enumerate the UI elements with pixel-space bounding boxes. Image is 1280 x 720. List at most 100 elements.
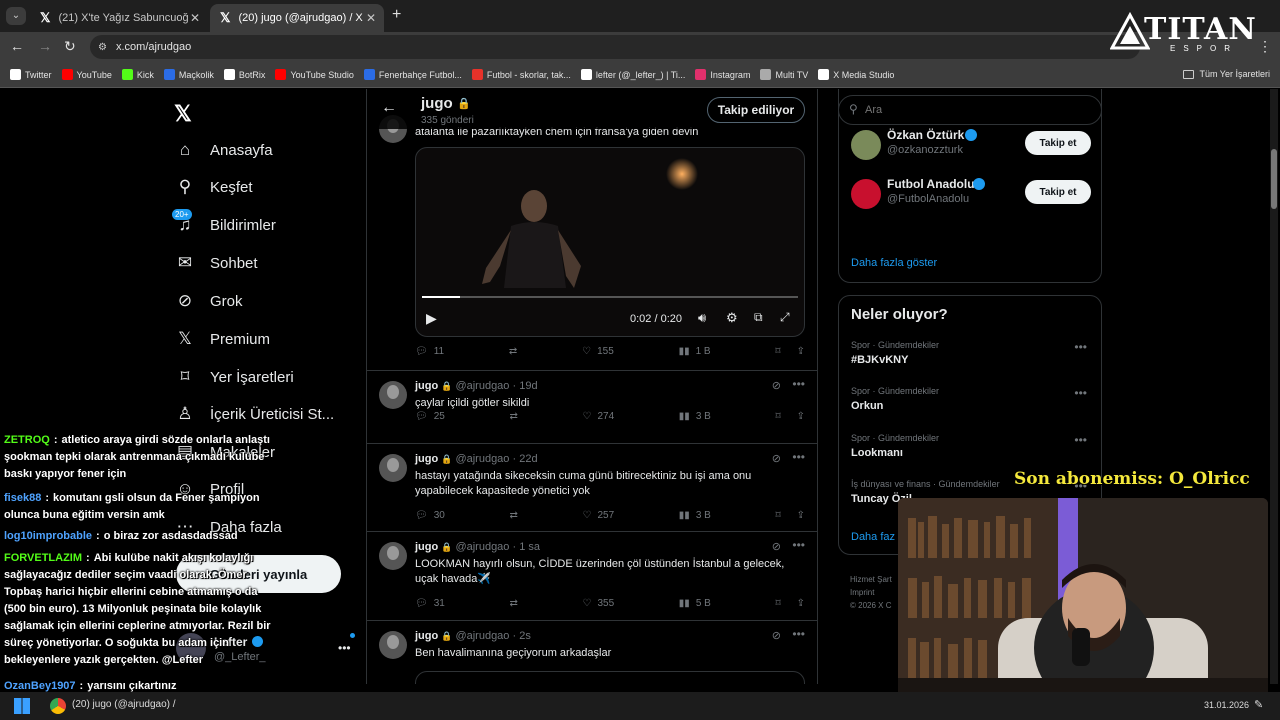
fullscreen-icon[interactable]: ⤢ <box>780 310 790 325</box>
tweet-with-video[interactable]: atalanta ile pazarlıktayken chem için fr… <box>367 89 817 371</box>
like-button[interactable]: ♡ 257 <box>583 510 615 521</box>
tweet[interactable]: jugo 🔒 @ajrudgao · 1 sa ⊘ ••• LOOKMAN hayırlı… <box>367 532 817 621</box>
share-icon[interactable]: ⇪ <box>797 346 805 357</box>
more-icon[interactable]: ••• <box>1074 340 1087 354</box>
media-preview[interactable] <box>415 671 805 684</box>
trend-item[interactable]: Spor · Gündemdekiler #BJKvKNY ••• <box>839 340 1101 380</box>
bookmark-item[interactable]: lefter (@_lefter_) | Ti... <box>580 69 685 80</box>
windows-start-icon[interactable] <box>14 698 30 714</box>
bookmark-item[interactable]: YouTube Studio <box>275 69 354 80</box>
grok-icon[interactable]: ⊘ <box>772 379 781 392</box>
bookmark-item[interactable]: Instagram <box>695 69 750 80</box>
tweet-time[interactable]: 22d <box>519 453 537 465</box>
like-button[interactable]: ♡ 355 <box>583 598 615 609</box>
tweet-author-name[interactable]: jugo <box>415 453 438 465</box>
grok-icon[interactable]: ⊘ <box>772 452 781 465</box>
views-button[interactable]: ▮▮ 3 B <box>679 510 711 521</box>
bookmark-icon[interactable]: ⌑ <box>775 510 780 521</box>
grok-icon[interactable]: ⊘ <box>772 540 781 553</box>
notification-icon[interactable]: ✎ <box>1254 698 1263 711</box>
tab-2[interactable]: 𝕏 (20) jugo (@ajrudgao) / X ✕ <box>210 4 384 32</box>
more-icon[interactable]: ••• <box>1074 433 1087 447</box>
play-icon[interactable]: ▶ <box>426 310 437 327</box>
views-button[interactable]: ▮▮ 5 B <box>679 598 711 609</box>
more-icon[interactable]: ••• <box>792 377 805 391</box>
share-icon[interactable]: ⇪ <box>797 598 805 609</box>
nav-item-search[interactable]: ⚲ Keşfet <box>174 176 253 198</box>
bookmark-item[interactable]: Multi TV <box>760 69 808 80</box>
tweet-time[interactable]: 2s <box>519 630 531 642</box>
nav-item-bookmark[interactable]: ⌑ Yer İşaretleri <box>174 366 294 388</box>
bookmark-item[interactable]: Kick <box>121 69 154 80</box>
new-tab-button[interactable]: + <box>392 6 401 24</box>
more-icon[interactable]: ••• <box>792 538 805 552</box>
taskbar-window-label[interactable]: (20) jugo (@ajrudgao) / <box>72 699 176 710</box>
reply-button[interactable]: 💬︎ 31 <box>415 598 445 609</box>
tweet-handle[interactable]: @ajrudgao <box>455 541 509 553</box>
retweet-button[interactable]: ⇄ <box>509 510 517 521</box>
url-input[interactable]: ⚙ x.com/ajrudgao <box>90 35 1140 59</box>
reply-button[interactable]: 💬︎ 11 <box>415 346 444 357</box>
tweet-time[interactable]: 19d <box>519 380 537 392</box>
back-arrow-icon[interactable]: ← <box>381 99 397 117</box>
reply-button[interactable]: 💬︎ 25 <box>415 411 445 422</box>
views-button[interactable]: ▮▮ 1 B <box>679 346 711 357</box>
like-button[interactable]: ♡ 155 <box>582 346 614 357</box>
tweet-time[interactable]: 1 sa <box>519 541 540 553</box>
volume-icon[interactable]: 🔊︎ <box>698 310 706 326</box>
tweet[interactable]: jugo 🔒 @ajrudgao · 2s ⊘ ••• Ben havalimanına … <box>367 621 817 684</box>
follow-button[interactable]: Takip et <box>1025 180 1091 204</box>
chrome-icon[interactable] <box>50 698 66 714</box>
grok-icon[interactable]: ⊘ <box>772 629 781 642</box>
nav-item-x[interactable]: 𝕏 Premium <box>174 328 270 350</box>
search-box[interactable]: ⚲ <box>838 95 1102 125</box>
bookmark-icon[interactable]: ⌑ <box>775 598 780 609</box>
page-scrollbar[interactable] <box>1270 89 1278 684</box>
tweet-author-name[interactable]: jugo <box>415 380 438 392</box>
show-more-link[interactable]: Daha faz <box>851 531 895 543</box>
bookmark-item[interactable]: Twitter <box>10 69 52 80</box>
more-icon[interactable]: ••• <box>338 641 351 655</box>
retweet-button[interactable]: ⇄ <box>509 598 517 609</box>
reply-button[interactable]: 💬︎ 30 <box>415 510 445 521</box>
trend-item[interactable]: Spor · Gündemdekiler Lookmanı ••• <box>839 433 1101 473</box>
footer-link[interactable]: Hizmet Şart <box>850 573 892 586</box>
following-button[interactable]: Takip ediliyor <box>707 97 805 123</box>
site-info-icon[interactable]: ⚙ <box>98 42 107 53</box>
bookmark-item[interactable]: BotRix <box>223 69 265 80</box>
bookmark-item[interactable]: Futbol - skorlar, tak... <box>471 69 571 80</box>
share-icon[interactable]: ⇪ <box>797 510 805 521</box>
forward-icon[interactable]: → <box>38 38 52 54</box>
settings-icon[interactable]: ⚙ <box>726 310 738 326</box>
tweet-handle[interactable]: @ajrudgao <box>455 453 509 465</box>
nav-item-mail[interactable]: ✉ Sohbet <box>174 252 258 274</box>
show-more-link[interactable]: Daha fazla göster <box>851 257 937 269</box>
browser-menu-icon[interactable]: ⋮ <box>1258 38 1272 55</box>
bookmark-icon[interactable]: ⌑ <box>775 411 780 422</box>
tweet-author-name[interactable]: jugo <box>415 541 438 553</box>
pip-icon[interactable]: ⧉ <box>754 310 763 325</box>
follow-suggestion[interactable]: Özkan Öztürk @ozkanozzturk Takip et <box>839 124 1101 168</box>
footer-link[interactable]: Imprint <box>850 586 892 599</box>
tweet-handle[interactable]: @ajrudgao <box>455 380 509 392</box>
close-tab-icon[interactable]: ✕ <box>366 11 376 25</box>
bookmark-icon[interactable]: ⌑ <box>775 346 780 357</box>
scrollbar-thumb[interactable] <box>1271 149 1277 209</box>
reload-icon[interactable]: ↻ <box>64 38 76 55</box>
all-bookmarks-folder[interactable]: Tüm Yer İşaretleri <box>1183 69 1270 79</box>
follow-button[interactable]: Takip et <box>1025 131 1091 155</box>
bookmark-item[interactable]: X Media Studio <box>818 69 894 80</box>
retweet-button[interactable]: ⇄ <box>509 411 517 422</box>
search-input[interactable] <box>865 101 1085 119</box>
x-logo-icon[interactable]: 𝕏 <box>174 101 192 127</box>
retweet-button[interactable]: ⇄ <box>509 346 517 357</box>
like-button[interactable]: ♡ 274 <box>583 411 615 422</box>
tab-1[interactable]: 𝕏 (21) X'te Yağız Sabuncuoğlu: " ✕ <box>30 4 208 32</box>
tweet[interactable]: jugo 🔒 @ajrudgao · 22d ⊘ ••• hastayı yatağınd… <box>367 444 817 532</box>
share-icon[interactable]: ⇪ <box>797 411 805 422</box>
nav-item-grok[interactable]: ⊘ Grok <box>174 290 243 312</box>
tweet[interactable]: jugo 🔒 @ajrudgao · 19d ⊘ ••• çaylar içildi gö… <box>367 371 817 444</box>
follow-suggestion[interactable]: Futbol Anadolu @FutbolAnadolu Takip et <box>839 173 1101 217</box>
nav-item-creator-studio[interactable]: ♙ İçerik Üreticisi St... <box>174 403 334 425</box>
bookmark-item[interactable]: Maçkolik <box>163 69 214 80</box>
